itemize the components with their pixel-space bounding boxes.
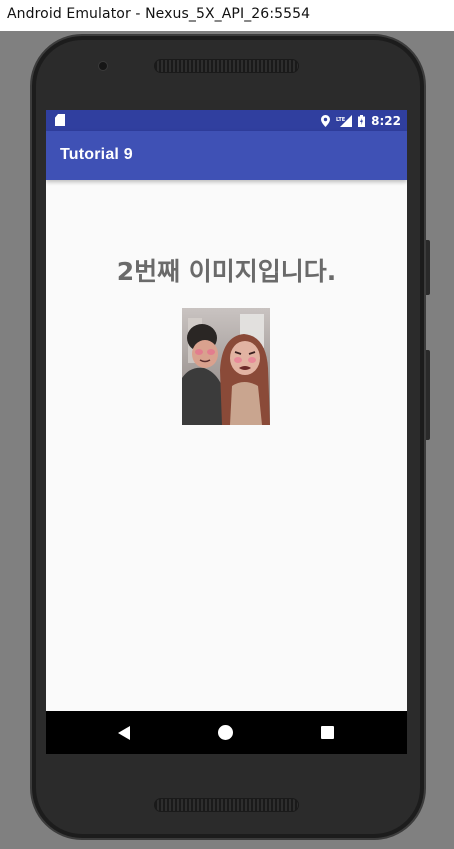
app-toolbar: Tutorial 9 [46,131,407,180]
status-time: 8:22 [371,113,401,128]
top-speaker-grille [154,59,299,73]
status-icons: LTE 8:22 [321,112,401,129]
image-index-message: 2번째 이미지입니다. [116,257,337,286]
window-title: Android Emulator - Nexus_5X_API_26:5554 [7,6,311,22]
volume-rocker[interactable] [426,350,430,440]
power-button[interactable] [426,240,430,295]
cell-signal-icon: LTE [336,114,353,127]
location-icon [321,114,331,127]
recents-icon[interactable] [321,726,334,739]
network-type-label: LTE [336,117,346,123]
battery-icon [358,114,366,127]
back-icon[interactable] [118,726,130,740]
app-title: Tutorial 9 [60,146,133,163]
window-title-bar: Android Emulator - Nexus_5X_API_26:5554 [0,0,454,31]
front-camera [98,61,108,71]
home-icon[interactable] [218,725,233,740]
bottom-speaker-grille [154,798,299,812]
content-image [182,308,270,425]
sd-card-icon [55,114,65,126]
device-screen: LTE 8:22 Tutorial 9 2번째 이미지입니다. [46,110,407,754]
status-bar: LTE 8:22 [46,110,407,131]
system-navigation-bar [46,711,407,754]
